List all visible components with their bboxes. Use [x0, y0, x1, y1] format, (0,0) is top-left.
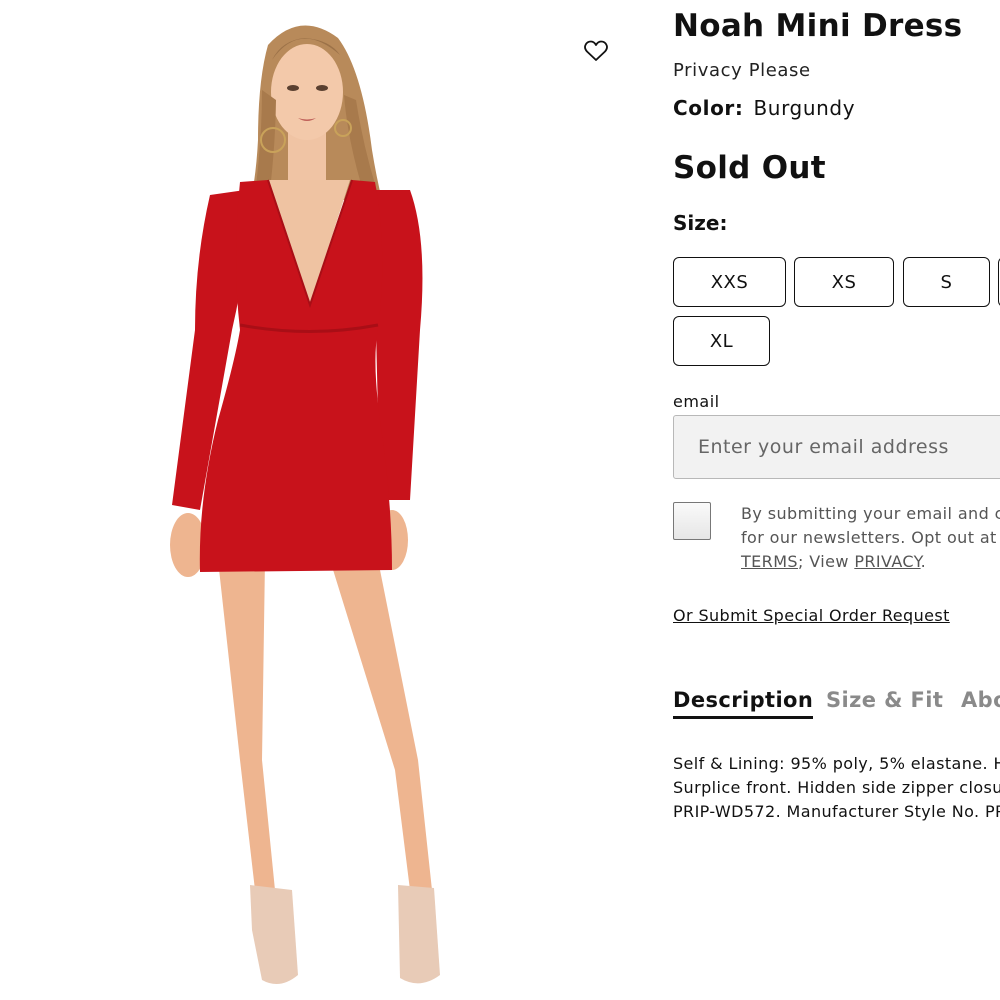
description-line-3: PRIP-WD572. Manufacturer Style No. PP	[673, 802, 1000, 821]
color-value: Burgundy	[753, 96, 856, 120]
email-input[interactable]	[673, 415, 1000, 479]
product-details: Noah Mini Dress Privacy Please Color: Bur…	[673, 0, 1000, 1000]
consent-text: By submitting your email and c for our n…	[741, 502, 1000, 574]
size-button-xxs[interactable]: XXS	[673, 257, 786, 307]
wishlist-button[interactable]	[584, 40, 616, 70]
tab-about[interactable]: Abo	[961, 688, 1000, 712]
product-image	[0, 0, 640, 1000]
special-order-link[interactable]: Or Submit Special Order Request	[673, 606, 950, 625]
consent-mid: ; View	[797, 552, 855, 571]
description-line-2: Surplice front. Hidden side zipper closu	[673, 778, 1000, 797]
size-button-xs[interactable]: XS	[794, 257, 894, 307]
description-text: Self & Lining: 95% poly, 5% elastane. H …	[673, 752, 1000, 824]
color-row: Color: Burgundy	[673, 96, 855, 120]
consent-end: .	[920, 552, 927, 571]
size-button-xl[interactable]: XL	[673, 316, 770, 366]
heart-icon	[584, 40, 608, 61]
size-button-s[interactable]: S	[903, 257, 990, 307]
color-label: Color:	[673, 96, 744, 120]
privacy-link[interactable]: PRIVACY	[854, 552, 920, 571]
model-illustration	[170, 25, 440, 984]
brand-name[interactable]: Privacy Please	[673, 60, 811, 81]
size-label: Size:	[673, 211, 728, 235]
description-line-1: Self & Lining: 95% poly, 5% elastane. H	[673, 754, 1000, 773]
product-title: Noah Mini Dress	[673, 8, 963, 44]
tab-size-fit[interactable]: Size & Fit	[826, 688, 943, 712]
consent-line-1: By submitting your email and c	[741, 504, 1000, 523]
stock-status: Sold Out	[673, 150, 826, 186]
consent-line-3: TERMS; View PRIVACY.	[741, 550, 1000, 574]
consent-line-2: for our newsletters. Opt out at	[741, 528, 997, 547]
email-label: email	[673, 392, 720, 411]
tab-description[interactable]: Description	[673, 688, 814, 719]
terms-link[interactable]: TERMS	[741, 552, 798, 571]
newsletter-consent-checkbox[interactable]	[673, 502, 711, 540]
